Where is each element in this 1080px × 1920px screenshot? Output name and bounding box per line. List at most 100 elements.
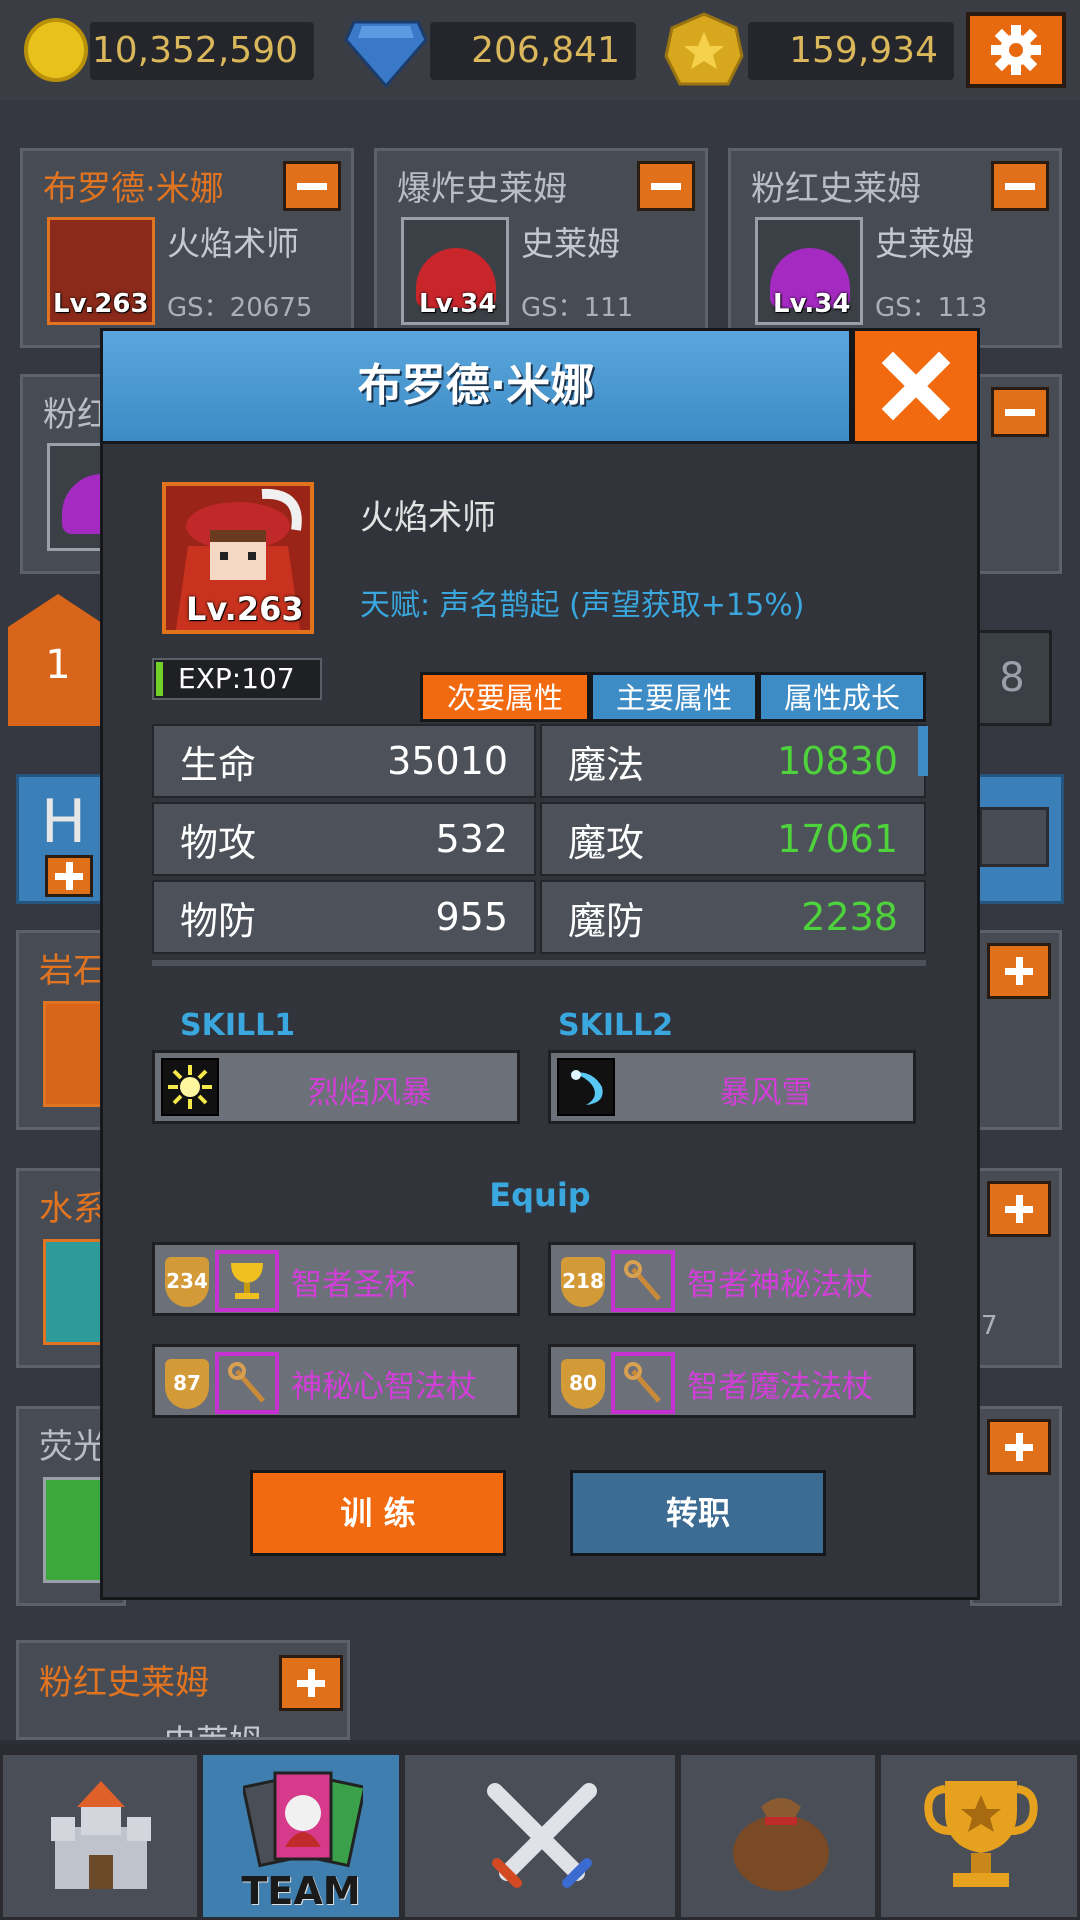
hero-level: Lv.263 <box>186 590 304 628</box>
nav-team-label: TEAM <box>241 1869 361 1913</box>
fire-storm-icon <box>161 1058 219 1116</box>
stat-value: 2238 <box>801 895 898 939</box>
card-class: 火焰术师 <box>167 224 299 263</box>
stat-row-partial <box>152 960 926 966</box>
blizzard-icon <box>557 1058 615 1116</box>
add-button[interactable] <box>45 855 93 897</box>
stat-phys-def: 物防 955 <box>152 880 536 954</box>
add-button[interactable] <box>987 943 1051 999</box>
stat-label: 魔攻 <box>568 820 645 865</box>
team-card-3[interactable]: 粉红史莱姆 Lv.34 史莱姆 GS：113 <box>728 148 1062 348</box>
stat-label: 生命 <box>180 742 257 787</box>
nav-trophy[interactable] <box>878 1752 1080 1920</box>
skill2-label: SKILL2 <box>558 1008 674 1043</box>
team-card-row4-right[interactable]: 7 <box>970 1168 1062 1368</box>
skill2-name: 暴风雪 <box>719 1075 813 1111</box>
loot-bag-icon <box>733 1798 829 1891</box>
team-card-2[interactable]: 爆炸史莱姆 Lv.34 史莱姆 GS：111 <box>374 148 708 348</box>
stat-label: 物攻 <box>180 820 257 865</box>
exp-bar <box>156 662 163 696</box>
slot-selector-right[interactable]: 8 <box>972 630 1052 726</box>
close-icon <box>881 351 951 421</box>
add-button[interactable] <box>279 1655 343 1711</box>
card-level: Lv.34 <box>419 289 497 319</box>
stat-value: 10830 <box>777 739 898 783</box>
skill2-slot[interactable]: 暴风雪 <box>548 1050 916 1124</box>
card-class: 史莱姆 <box>875 224 974 263</box>
nav-team[interactable]: TEAM <box>200 1752 402 1920</box>
equip-level-badge: 87 <box>165 1359 209 1409</box>
equip-name: 智者魔法法杖 <box>687 1369 873 1405</box>
team-cards-icon <box>243 1771 363 1868</box>
staff-icon <box>215 1352 279 1414</box>
stat-phys-atk: 物攻 532 <box>152 802 536 876</box>
remove-button[interactable] <box>637 161 695 211</box>
equip-level-badge: 234 <box>165 1257 209 1307</box>
card-gs: GS：111 <box>521 293 634 323</box>
nav-bag[interactable] <box>678 1752 878 1920</box>
card-name: 爆炸史莱姆 <box>397 169 567 209</box>
team-card-1[interactable]: 布罗德·米娜 Lv.263 火焰术师 GS：20675 <box>20 148 354 348</box>
stat-magic-def: 魔防 2238 <box>540 880 926 954</box>
castle-icon <box>51 1781 151 1889</box>
close-button[interactable] <box>852 328 980 444</box>
train-button[interactable]: 训 练 <box>250 1470 506 1556</box>
remove-button[interactable] <box>991 387 1049 437</box>
tab-secondary-attributes[interactable]: 次要属性 <box>420 672 590 722</box>
equip-slot-3[interactable]: 87 神秘心智法杖 <box>152 1344 520 1418</box>
equip-slot-2[interactable]: 218 智者神秘法杖 <box>548 1242 916 1316</box>
add-button[interactable] <box>987 1181 1051 1237</box>
stat-value: 532 <box>435 817 508 861</box>
nav-castle[interactable] <box>0 1752 200 1920</box>
hero-talent: 天赋: 声名鹊起 (声望获取+15%) <box>360 588 805 623</box>
diamond-icon <box>344 14 428 90</box>
stat-label: 物防 <box>180 898 257 943</box>
medal-coin-icon <box>664 12 744 92</box>
gear-icon <box>991 25 1041 75</box>
add-button[interactable] <box>987 1419 1051 1475</box>
staff-icon <box>611 1352 675 1414</box>
settings-button[interactable] <box>966 12 1066 88</box>
skill1-label: SKILL1 <box>180 1008 296 1043</box>
slot-number: 8 <box>999 655 1025 701</box>
goblet-icon <box>215 1250 279 1312</box>
change-job-button[interactable]: 转职 <box>570 1470 826 1556</box>
gold-amount: 10,352,590 <box>90 22 314 80</box>
diamond-amount: 206,841 <box>430 22 636 80</box>
stat-mana: 魔法 10830 <box>540 724 926 798</box>
skill1-slot[interactable]: 烈焰风暴 <box>152 1050 520 1124</box>
card-name: 水系 <box>39 1189 107 1229</box>
team-card-row6[interactable]: 粉红史莱姆 史莱姆 <box>16 1640 350 1740</box>
nav-battle[interactable] <box>402 1752 678 1920</box>
card-name: 粉红史莱姆 <box>39 1663 209 1703</box>
equip-label: Equip <box>489 1176 591 1214</box>
card-class: 史莱姆 <box>163 1715 262 1737</box>
team-card-row3-right[interactable] <box>970 930 1062 1130</box>
remove-button[interactable] <box>283 161 341 211</box>
hp-text: H <box>41 787 87 857</box>
equip-level-badge: 218 <box>561 1257 605 1307</box>
sort-button[interactable] <box>979 807 1049 867</box>
stats-scrollbar[interactable] <box>918 726 928 776</box>
hero-avatar: Lv.263 <box>162 482 314 634</box>
equip-name: 智者神秘法杖 <box>687 1267 873 1303</box>
skill1-name: 烈焰风暴 <box>308 1075 432 1111</box>
stat-value: 955 <box>435 895 508 939</box>
card-name: 粉红史莱姆 <box>751 169 921 209</box>
equip-name: 神秘心智法杖 <box>291 1369 477 1405</box>
stat-hp: 生命 35010 <box>152 724 536 798</box>
equip-slot-1[interactable]: 234 智者圣杯 <box>152 1242 520 1316</box>
exp-display: EXP:107 <box>152 658 322 700</box>
tab-primary-attributes[interactable]: 主要属性 <box>590 672 758 722</box>
tab-attribute-growth[interactable]: 属性成长 <box>758 672 926 722</box>
trophy-icon <box>924 1781 1038 1887</box>
remove-button[interactable] <box>991 161 1049 211</box>
stat-magic-atk: 魔攻 17061 <box>540 802 926 876</box>
equip-slot-4[interactable]: 80 智者魔法法杖 <box>548 1344 916 1418</box>
stats-panel[interactable]: 生命 35010 魔法 10830 物攻 532 魔攻 17061 物防 955… <box>152 724 926 966</box>
card-name: 布罗德·米娜 <box>43 169 224 209</box>
card-gs: GS：20675 <box>167 293 313 323</box>
modal-title: 布罗德·米娜 <box>357 360 595 411</box>
stat-label: 魔防 <box>568 898 645 943</box>
team-card-row5-right[interactable] <box>970 1406 1062 1606</box>
